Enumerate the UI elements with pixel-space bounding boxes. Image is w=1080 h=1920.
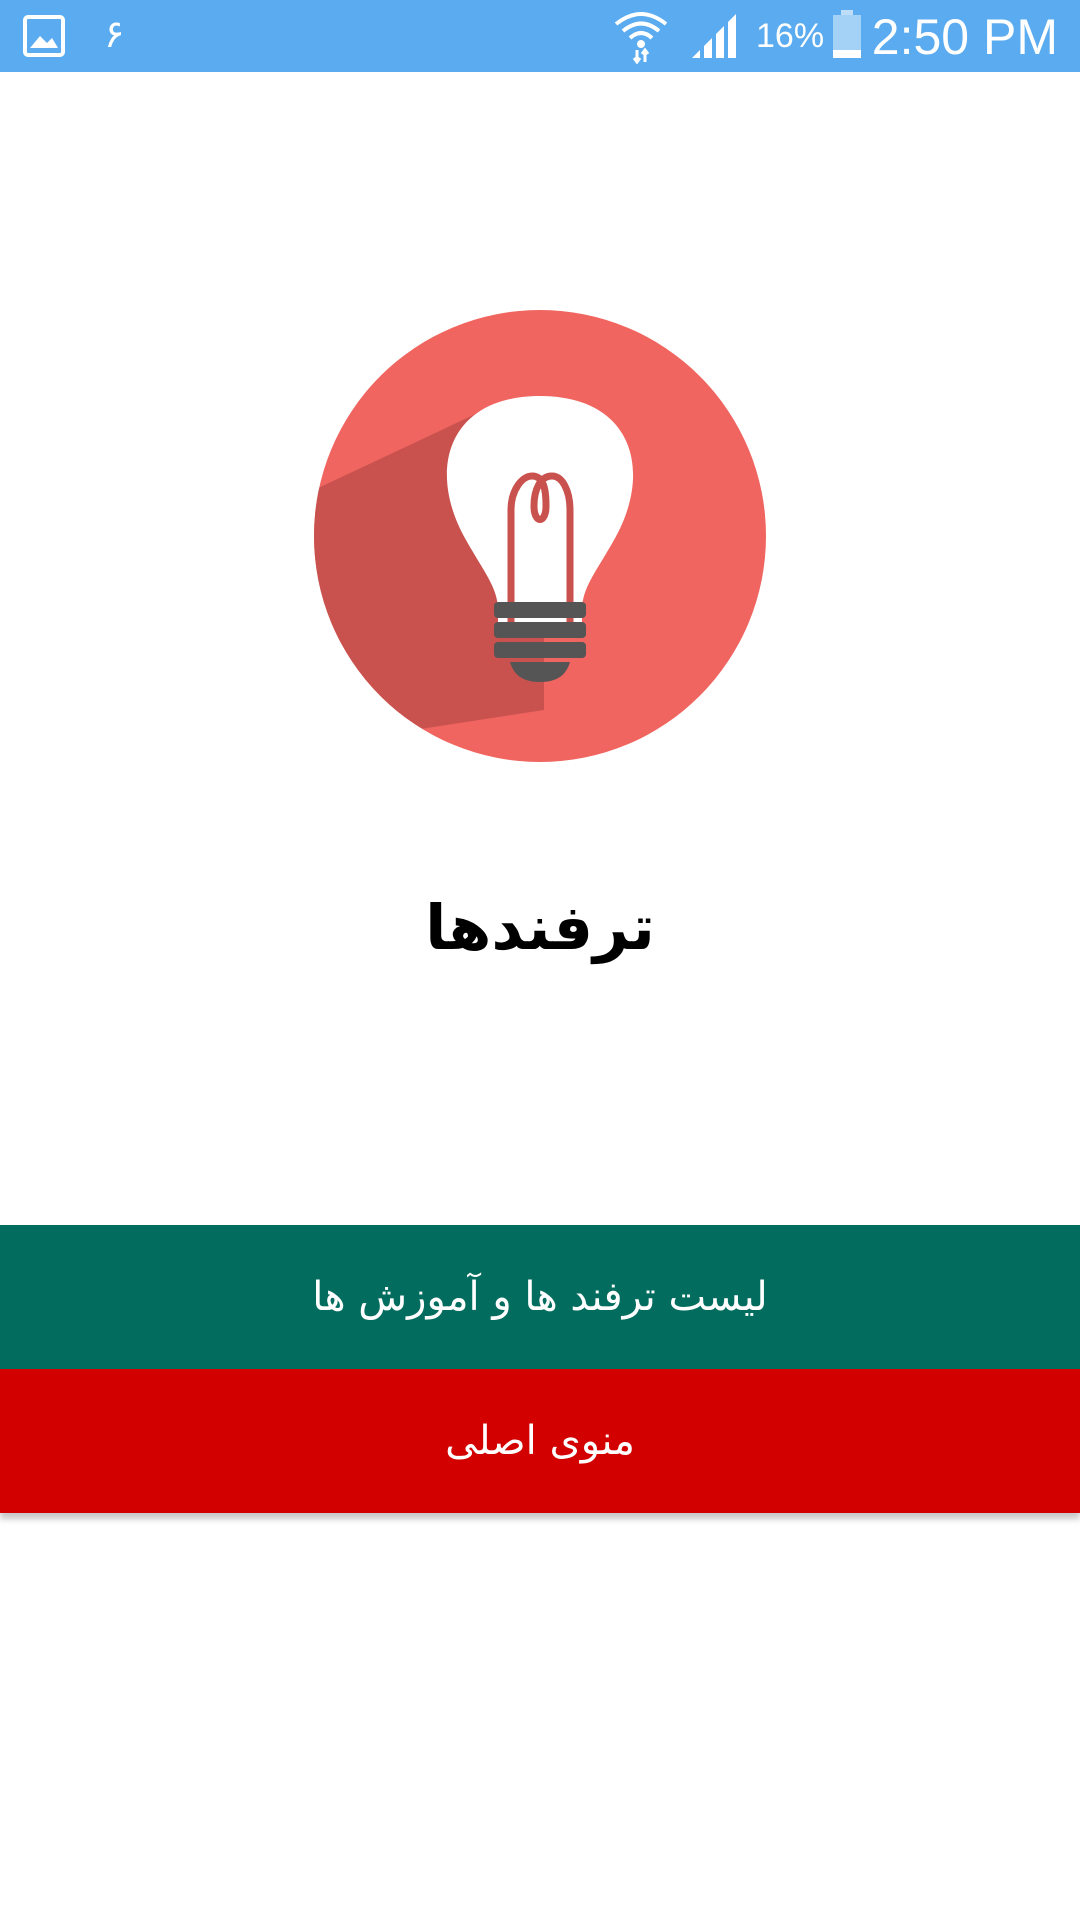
battery-icon [833, 10, 861, 58]
notification-digit: ۶ [104, 12, 125, 56]
tricks-list-label: لیست ترفند ها و آموزش ها [312, 1274, 768, 1320]
battery-percent: 16% [756, 17, 825, 55]
tricks-list-button[interactable]: لیست ترفند ها و آموزش ها [0, 1225, 1080, 1369]
gallery-icon [23, 15, 65, 57]
signal-icon [692, 14, 736, 58]
main-menu-button[interactable]: منوی اصلی [0, 1369, 1080, 1513]
clock: 2:50 PM [871, 9, 1058, 65]
status-bar: ۶ 16% 2:50 PM [0, 0, 1080, 72]
main-menu-label: منوی اصلی [445, 1418, 635, 1464]
page-title: ترفندها [425, 891, 655, 964]
wifi-icon [614, 12, 668, 64]
lightbulb-icon [314, 310, 766, 762]
